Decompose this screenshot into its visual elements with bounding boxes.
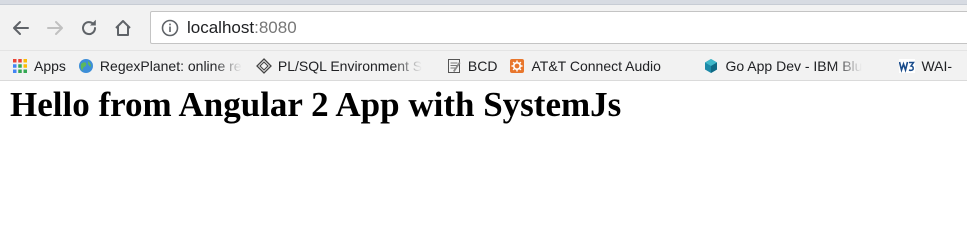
ibm-bluemix-icon <box>705 58 718 73</box>
url-port: :8080 <box>254 17 297 37</box>
bookmark-label: AT&T Connect Audio <box>531 57 661 74</box>
reload-button[interactable] <box>74 13 104 43</box>
page-content: Hello from Angular 2 App with SystemJs <box>0 83 967 127</box>
browser-toolbar: localhost:8080 <box>0 5 967 51</box>
home-button[interactable] <box>108 13 138 43</box>
w3c-icon <box>899 58 916 73</box>
bookmark-label: Apps <box>34 57 66 74</box>
bookmark-apps[interactable]: Apps <box>0 54 72 78</box>
address-bar[interactable]: localhost:8080 <box>150 11 967 44</box>
bookmark-label: WAI- <box>921 57 953 74</box>
diamond-icon <box>256 57 272 74</box>
reload-icon <box>82 19 97 35</box>
url-host: localhost <box>187 17 255 37</box>
bookmark-att-connect-audio[interactable]: AT&T Connect Audio <box>503 54 697 78</box>
bookmark-label: Go App Dev - IBM Blu <box>725 57 863 74</box>
bookmark-label: BCD <box>467 57 498 74</box>
bookmarks-bar: Apps RegexPlanet: online re PL/SQL Envir… <box>0 51 967 81</box>
forward-button[interactable] <box>40 13 70 43</box>
bookmark-label: RegexPlanet: online re <box>99 57 242 74</box>
bookmark-bcd[interactable]: BCD <box>440 54 504 78</box>
bookmark-wai[interactable]: WAI- <box>893 54 952 78</box>
info-icon[interactable] <box>161 19 179 37</box>
bookmark-plsql-environment[interactable]: PL/SQL Environment S <box>250 54 440 78</box>
bookmark-label: PL/SQL Environment S <box>277 57 423 74</box>
back-button[interactable] <box>6 13 36 43</box>
home-icon <box>115 19 131 36</box>
forward-arrow-icon <box>47 20 63 35</box>
apps-grid-icon <box>13 58 27 73</box>
page-heading: Hello from Angular 2 App with SystemJs <box>10 85 622 124</box>
notepad-icon <box>447 58 461 73</box>
back-arrow-icon <box>13 20 29 35</box>
orange-gear-icon <box>510 58 525 73</box>
bookmark-go-app-dev[interactable]: Go App Dev - IBM Blu <box>697 54 893 78</box>
globe-icon <box>78 58 93 73</box>
bookmark-regexplanet[interactable]: RegexPlanet: online re <box>72 54 250 78</box>
